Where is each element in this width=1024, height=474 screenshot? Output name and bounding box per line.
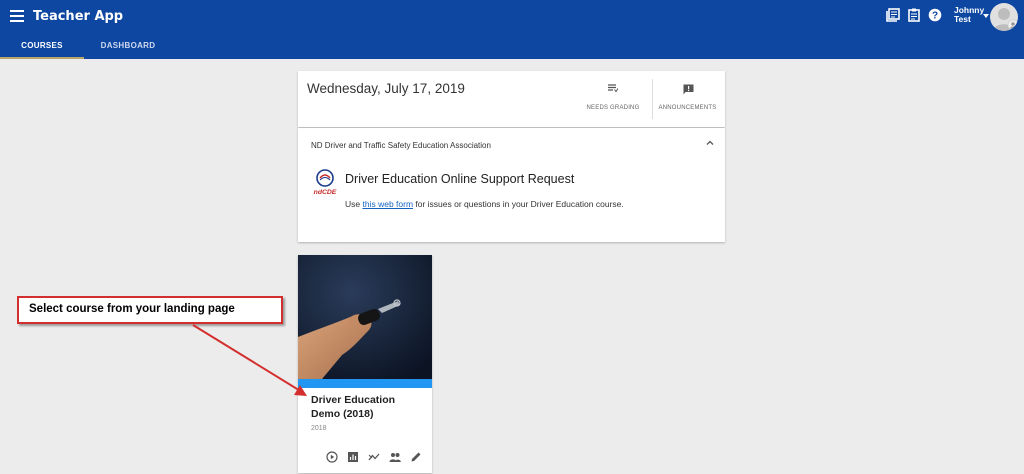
course-year: 2018	[311, 425, 327, 432]
needs-grading-icon	[608, 84, 618, 93]
needs-grading-label: NEEDS GRADING	[586, 105, 640, 111]
support-title: Driver Education Online Support Request	[345, 172, 575, 186]
date-card: Wednesday, July 17, 2019 NEEDS GRADING A…	[298, 71, 725, 127]
play-icon[interactable]	[326, 451, 338, 463]
user-name[interactable]: Johnny Test	[954, 6, 984, 24]
logo-text: ndCDE	[314, 189, 337, 196]
chevron-up-icon[interactable]	[705, 138, 715, 148]
help-icon[interactable]: ?	[928, 8, 942, 22]
car-key-hand-image	[298, 255, 432, 379]
current-date: Wednesday, July 17, 2019	[307, 81, 465, 96]
ndcde-logo: ndCDE	[314, 169, 337, 196]
annotation-callout: Select course from your landing page	[17, 296, 283, 324]
avatar-person-icon	[993, 8, 1018, 31]
announcements-button[interactable]: ANNOUNCEMENTS	[652, 79, 722, 119]
announcement-icon	[683, 84, 693, 95]
analytics-icon[interactable]	[368, 451, 380, 463]
svg-text:?: ?	[932, 11, 938, 22]
user-menu-caret-icon[interactable]	[983, 14, 989, 18]
support-text-after: for issues or questions in your Driver E…	[413, 199, 624, 209]
tab-dashboard[interactable]: DASHBOARD	[86, 32, 170, 59]
support-card: ND Driver and Traffic Safety Education A…	[298, 128, 725, 242]
support-text-before: Use	[345, 199, 363, 209]
org-name: ND Driver and Traffic Safety Education A…	[311, 141, 491, 150]
library-icon[interactable]	[886, 8, 900, 22]
gradebook-icon[interactable]	[347, 451, 359, 463]
course-color-bar	[298, 379, 432, 388]
edit-icon[interactable]	[410, 451, 422, 463]
web-form-link[interactable]: this web form	[362, 199, 413, 209]
course-image	[298, 255, 432, 379]
course-card[interactable]: Driver Education Demo (2018) 2018	[298, 255, 432, 473]
app-bar: Teacher App COURSES DASHBOARD ? Johnny T…	[0, 0, 1024, 59]
needs-grading-button[interactable]: NEEDS GRADING	[583, 71, 643, 127]
menu-icon[interactable]	[10, 10, 24, 22]
clipboard-icon[interactable]	[907, 8, 921, 22]
tab-courses[interactable]: COURSES	[0, 32, 84, 59]
support-text: Use this web form for issues or question…	[345, 199, 624, 209]
people-icon[interactable]	[389, 451, 401, 463]
announcements-label: ANNOUNCEMENTS	[658, 105, 717, 111]
user-last-name: Test	[954, 14, 971, 24]
course-title[interactable]: Driver Education Demo (2018)	[311, 393, 421, 421]
avatar[interactable]	[990, 3, 1018, 31]
app-title: Teacher App	[33, 9, 124, 24]
